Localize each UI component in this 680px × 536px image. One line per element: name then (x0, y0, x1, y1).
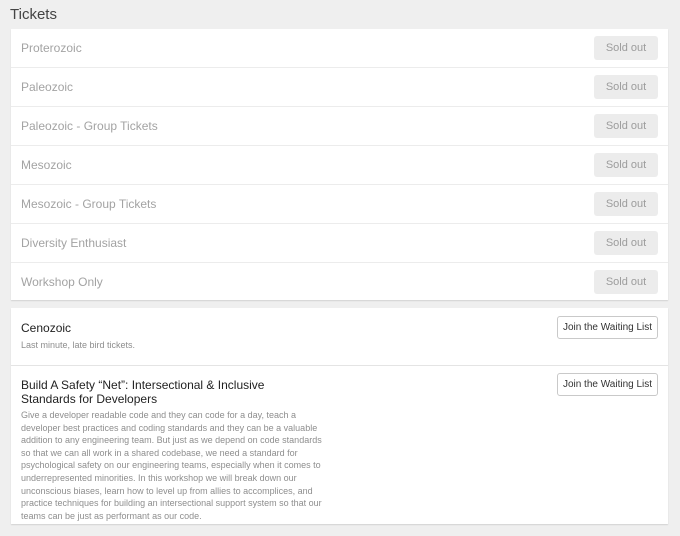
ticket-name: Workshop Only (21, 275, 103, 289)
ticket-card-workshop: Build A Safety “Net”: Intersectional & I… (11, 366, 668, 524)
ticket-row-mesozoic-group: Mesozoic - Group Tickets Sold out (11, 185, 668, 224)
ticket-name: Mesozoic (21, 158, 72, 172)
join-waiting-list-button[interactable]: Join the Waiting List (557, 373, 658, 396)
join-waiting-list-button[interactable]: Join the Waiting List (557, 316, 658, 339)
page-title: Tickets (10, 6, 57, 23)
sold-out-button[interactable]: Sold out (594, 270, 658, 294)
sold-out-button[interactable]: Sold out (594, 153, 658, 177)
ticket-row-paleozoic-group: Paleozoic - Group Tickets Sold out (11, 107, 668, 146)
ticket-name: Paleozoic (21, 80, 74, 94)
ticket-row-workshop-only: Workshop Only Sold out (11, 263, 668, 301)
ticket-name: Proterozoic (21, 41, 82, 55)
ticket-row-diversity-enthusiast: Diversity Enthusiast Sold out (11, 224, 668, 263)
sold-out-button[interactable]: Sold out (594, 75, 658, 99)
ticket-row-proterozoic: Proterozoic Sold out (11, 29, 668, 68)
sold-out-button[interactable]: Sold out (594, 231, 658, 255)
ticket-title: Build A Safety “Net”: Intersectional & I… (21, 378, 265, 406)
ticket-row-paleozoic: Paleozoic Sold out (11, 68, 668, 107)
ticket-row-mesozoic: Mesozoic Sold out (11, 146, 668, 185)
sold-out-button[interactable]: Sold out (594, 192, 658, 216)
ticket-description: Last minute, late bird tickets. (21, 340, 136, 350)
ticket-description: Give a developer readable code and they … (21, 410, 322, 521)
ticket-card-cenozoic: Cenozoic Last minute, late bird tickets.… (11, 308, 668, 366)
sold-out-tickets-panel: Proterozoic Sold out Paleozoic Sold out … (11, 29, 668, 300)
ticket-name: Paleozoic - Group Tickets (21, 119, 158, 133)
sold-out-button[interactable]: Sold out (594, 36, 658, 60)
sold-out-button[interactable]: Sold out (594, 114, 658, 138)
ticket-title: Cenozoic (21, 321, 72, 335)
ticket-name: Mesozoic - Group Tickets (21, 197, 157, 211)
ticket-name: Diversity Enthusiast (21, 236, 127, 250)
